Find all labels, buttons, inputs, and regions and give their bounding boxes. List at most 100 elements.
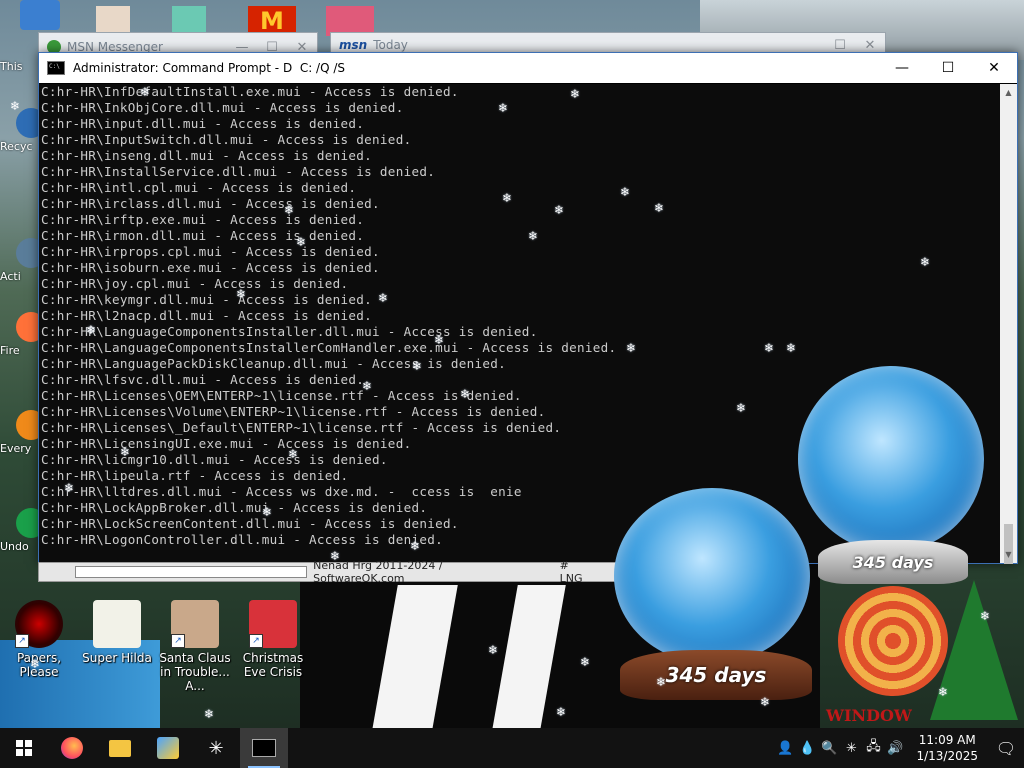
desktop-icon-christmas-eve[interactable]: ↗ Christmas Eve Crisis — [234, 600, 312, 679]
left-icon[interactable]: Acti — [0, 238, 46, 283]
maximize-icon[interactable]: ☐ — [825, 38, 855, 53]
snowflake-icon: ❄ — [204, 707, 215, 721]
console-line: C:hr-HR\isoburn.exe.mui - Access is deni… — [41, 260, 380, 275]
scroll-down-icon[interactable]: ▼ — [1000, 546, 1017, 563]
console-line: C:hr-HR\inseng.dll.mui - Access is denie… — [41, 148, 373, 163]
snowflake-icon: ❄ — [764, 341, 775, 355]
snowflake-icon: ❄ — [362, 379, 373, 393]
santa-claus-icon: ↗ — [171, 600, 219, 648]
left-icon[interactable]: Recyc — [0, 108, 46, 153]
console-line: C:hr-HR\irprops.cpl.mui - Access is deni… — [41, 244, 380, 259]
desktop-icon-label: Santa Claus in Trouble... A... — [159, 651, 231, 693]
snowflake-icon: ❄ — [570, 87, 581, 101]
console-line: C:hr-HR\LanguageComponentsInstallerComHa… — [41, 340, 617, 355]
minimize-button[interactable]: — — [879, 53, 925, 83]
command-prompt-taskbar-button[interactable] — [240, 728, 288, 768]
snowflake-icon: ❄ — [120, 445, 131, 459]
snowflake-icon: ❄ — [786, 341, 797, 355]
msn-today-title: Today — [373, 38, 408, 52]
search-tool-icon[interactable]: 🔍 — [818, 741, 840, 756]
globe-days-left: 345 days — [665, 663, 767, 687]
droplet-icon[interactable]: 💧 — [796, 741, 818, 756]
super-hilda-icon — [93, 600, 141, 648]
snowflake-icon: ❄ — [64, 481, 75, 495]
vertical-scrollbar[interactable]: ▲ ▼ — [1000, 84, 1017, 564]
console-line: C:hr-HR\input.dll.mui - Access is denied… — [41, 116, 365, 131]
snowflake-icon: ❄ — [488, 643, 499, 657]
left-icon[interactable]: This — [0, 60, 40, 73]
windows-icon — [16, 740, 32, 756]
snowflake-icon: ❄ — [378, 291, 389, 305]
top-icon[interactable] — [20, 0, 60, 30]
snowflake-icon: ❄ — [502, 191, 513, 205]
snowflake-icon: ❄ — [460, 387, 471, 401]
network-icon[interactable]: 🖧 — [862, 737, 884, 759]
snowflake-icon: ❄ — [920, 255, 931, 269]
snowflake-tray-icon[interactable]: ✳ — [840, 741, 862, 756]
console-line: C:hr-HR\l2nacp.dll.mui - Access is denie… — [41, 308, 373, 323]
clock-date: 1/13/2025 — [916, 749, 978, 763]
snowflake-icon: ❄ — [262, 505, 273, 519]
snowflake-icon: ❄ — [580, 655, 591, 669]
desktop-icon-santa-claus[interactable]: ↗ Santa Claus in Trouble... A... — [156, 600, 234, 693]
console-line: C:hr-HR\keymgr.dll.mui - Access is denie… — [41, 292, 373, 307]
console-line: C:hr-HR\LanguageComponentsInstaller.dll.… — [41, 324, 538, 339]
left-icon[interactable]: Undo — [0, 508, 46, 553]
left-icon[interactable]: Fire — [0, 312, 46, 357]
snowflake-icon: ❄ — [288, 447, 299, 461]
firefox-icon — [61, 737, 83, 759]
app-button[interactable] — [144, 728, 192, 768]
snowflake-icon: ✳ — [208, 737, 224, 759]
snowflake-icon: ❄ — [556, 705, 567, 719]
brand-text: WINDOW — [826, 706, 912, 725]
clock-time: 11:09 AM — [918, 733, 976, 747]
snowflake-icon: ❄ — [10, 99, 21, 113]
snowflake-icon: ❄ — [736, 401, 747, 415]
snowflake-icon: ❄ — [412, 359, 423, 373]
left-icon[interactable]: Every — [0, 410, 46, 455]
footer-copyright: Nenad Hrg 2011-2024 / SoftwareOK.com — [313, 559, 443, 585]
christmas-tree — [930, 580, 1018, 720]
desktop-icon-super-hilda[interactable]: Super Hilda — [78, 600, 156, 665]
footer-lng[interactable]: # LNG — [560, 559, 595, 585]
app-icon — [157, 737, 179, 759]
footer-input[interactable] — [75, 566, 308, 578]
snowflake-icon: ❄ — [626, 341, 637, 355]
snowflake-app-button[interactable]: ✳ — [192, 728, 240, 768]
system-tray: 👤 💧 🔍 ✳ 🖧 🔊 11:09 AM 1/13/2025 🗨 — [774, 732, 1024, 764]
folder-icon — [109, 739, 131, 757]
console-line: C:hr-HR\InstallService.dll.mui - Access … — [41, 164, 436, 179]
left-icon-label: Undo — [0, 540, 29, 553]
globe-days-right: 345 days — [852, 552, 934, 572]
snowflake-icon: ❄ — [284, 203, 295, 217]
snowflake-icon: ❄ — [410, 539, 421, 553]
maximize-button[interactable]: ☐ — [925, 53, 971, 83]
snowflake-icon: ❄ — [330, 549, 341, 563]
scroll-up-icon[interactable]: ▲ — [1000, 84, 1017, 101]
console-line: C:hr-HR\InputSwitch.dll.mui - Access is … — [41, 132, 412, 147]
snowflake-icon: ❄ — [654, 201, 665, 215]
clock[interactable]: 11:09 AM 1/13/2025 — [906, 732, 988, 764]
start-button[interactable] — [0, 728, 48, 768]
taskbar: ✳ 👤 💧 🔍 ✳ 🖧 🔊 11:09 AM 1/13/2025 🗨 — [0, 728, 1024, 768]
volume-icon[interactable]: 🔊 — [884, 741, 906, 756]
snowflake-icon: ❄ — [760, 695, 771, 709]
file-explorer-button[interactable] — [96, 728, 144, 768]
snowflake-icon: ❄ — [620, 185, 631, 199]
console-line: C:hr-HR\LanguagePackDiskCleanup.dll.mui … — [41, 356, 507, 371]
snow-globe-right — [798, 366, 984, 552]
console-line: C:hr-HR\irmon.dll.mui - Access is denied… — [41, 228, 365, 243]
notifications-icon[interactable]: 🗨 — [988, 739, 1024, 758]
desktop-icon-label: Christmas Eve Crisis — [242, 651, 304, 679]
people-icon[interactable]: 👤 — [774, 741, 796, 756]
console-line: C:hr-HR\irftp.exe.mui - Access is denied… — [41, 212, 365, 227]
close-button[interactable]: ✕ — [971, 53, 1017, 83]
cmd-icon — [47, 61, 65, 75]
snowflake-icon: ❄ — [528, 229, 539, 243]
close-icon[interactable]: ✕ — [855, 38, 885, 53]
firefox-button[interactable] — [48, 728, 96, 768]
snowflake-icon: ❄ — [434, 333, 445, 347]
cmd-title-bar[interactable]: Administrator: Command Prompt - D C: /Q … — [39, 53, 1017, 83]
snowflake-icon: ❄ — [498, 101, 509, 115]
console-line: C:hr-HR\InkObjCore.dll.mui - Access is d… — [41, 100, 404, 115]
